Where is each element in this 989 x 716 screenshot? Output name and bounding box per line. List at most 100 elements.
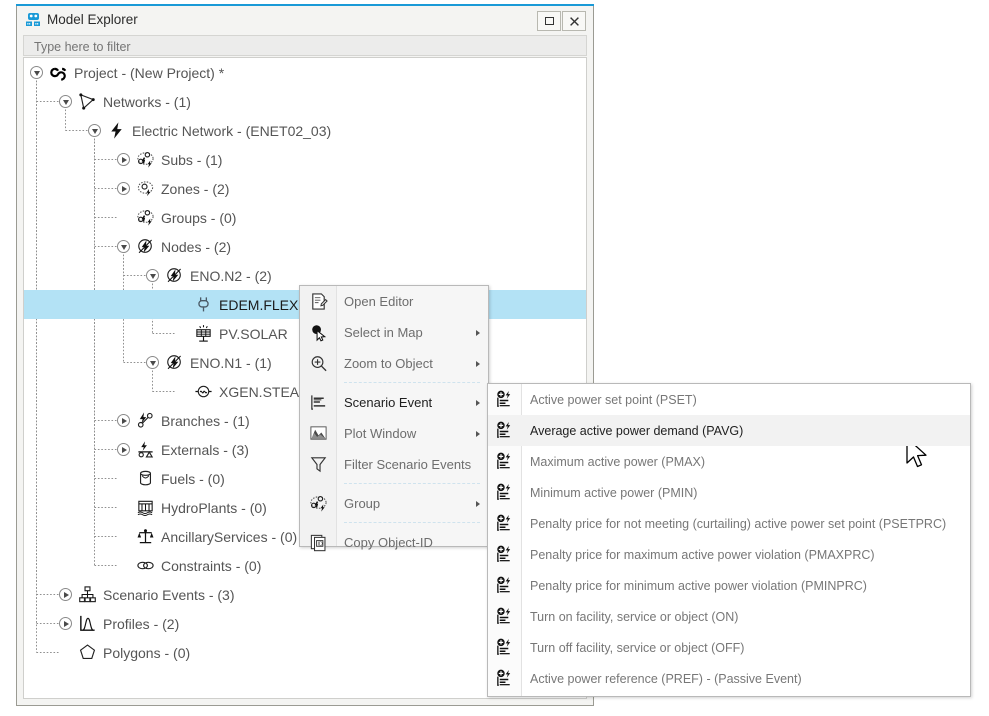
submenu-item[interactable]: Active power reference (PREF) - (Passive… (488, 663, 970, 694)
group-icon (136, 209, 154, 226)
tree-leaf-marker (175, 327, 188, 340)
tree-item[interactable]: Project - (New Project) * (24, 58, 586, 87)
tree-item-label: Nodes - (2) (161, 238, 232, 255)
context-menu-item[interactable]: Filter Scenario Events (300, 449, 488, 480)
menu-separator (344, 382, 480, 384)
scenario-event-icon (488, 601, 521, 632)
context-menu[interactable]: Open Editor Select in Map Zoom to Object Sc… (299, 285, 489, 552)
lightning-icon (105, 121, 127, 141)
context-menu-item[interactable]: ID Copy Object-ID (300, 527, 488, 558)
profile-curve-icon (79, 615, 95, 631)
window-titlebar: Model Explorer (17, 7, 593, 33)
tree-item-label: Constraints - (0) (161, 557, 262, 574)
zone-icon (137, 181, 153, 197)
tree-item[interactable]: Networks - (1) (24, 87, 586, 116)
edit-document-icon (300, 286, 336, 317)
tree-item-label: Profiles - (2) (103, 615, 180, 632)
chevron-right-icon (476, 400, 480, 406)
scenario-event-icon (488, 477, 521, 508)
submenu-item[interactable]: Maximum active power (PMAX) (488, 446, 970, 477)
branch-icon (137, 412, 153, 428)
tree-item[interactable]: Zones - (2) (24, 174, 586, 203)
scenario-event-icon (488, 570, 521, 601)
menu-separator (344, 522, 480, 524)
close-button[interactable] (562, 11, 586, 31)
node-icon (137, 239, 152, 254)
tree-leaf-marker (117, 472, 130, 485)
filter-bar[interactable] (23, 35, 587, 57)
tree-item-label: Zones - (2) (161, 180, 230, 197)
hydro-plant-icon (134, 498, 156, 518)
tree-leaf-marker (117, 530, 130, 543)
submenu-item[interactable]: Minimum active power (PMIN) (488, 477, 970, 508)
scales-icon (134, 527, 156, 547)
scenario-event-submenu[interactable]: Active power set point (PSET) Average act… (487, 383, 971, 697)
expand-toggle-icon[interactable] (59, 617, 72, 630)
search-input[interactable] (32, 38, 542, 57)
infinity-icon (49, 67, 66, 81)
context-menu-items: Open Editor Select in Map Zoom to Object Sc… (300, 286, 488, 558)
submenu-item[interactable]: Turn off facility, service or object (OF… (488, 632, 970, 663)
submenu-item-label: Minimum active power (PMIN) (530, 485, 698, 500)
node-icon (166, 268, 181, 283)
collapse-toggle-icon[interactable] (146, 269, 159, 282)
context-menu-item[interactable]: Group (300, 488, 488, 519)
context-menu-item[interactable]: Scenario Event (300, 387, 488, 418)
submenu-item[interactable]: Active power set point (PSET) (488, 384, 970, 415)
tree-item[interactable]: Electric Network - (ENET02_03) (24, 116, 586, 145)
scenario-event-icon (497, 576, 511, 593)
scenario-event-icon (488, 446, 521, 477)
scenario-event-icon (497, 607, 511, 624)
tree-item[interactable]: Subs - (1) (24, 145, 586, 174)
collapse-toggle-icon[interactable] (88, 124, 101, 137)
tree-item[interactable]: Nodes - (2) (24, 232, 586, 261)
tree-item-label: Electric Network - (ENET02_03) (132, 122, 332, 139)
scenario-event-icon (497, 669, 511, 686)
submenu-item[interactable]: Penalty price for not meeting (curtailin… (488, 508, 970, 539)
context-menu-item[interactable]: Select in Map (300, 317, 488, 348)
submenu-item[interactable]: Turn on facility, service or object (ON) (488, 601, 970, 632)
collapse-toggle-icon[interactable] (30, 66, 43, 79)
solar-panel-icon (192, 324, 214, 344)
chevron-right-icon (476, 501, 480, 507)
tree-item[interactable]: Groups - (0) (24, 203, 586, 232)
expand-toggle-icon[interactable] (117, 443, 130, 456)
tree-item-label: AncillaryServices - (0) (161, 528, 298, 545)
substation-icon (134, 150, 156, 170)
collapse-toggle-icon[interactable] (117, 240, 130, 253)
profile-curve-icon (76, 614, 98, 634)
submenu-item-label: Penalty price for maximum active power v… (530, 547, 875, 562)
submenu-item[interactable]: Penalty price for minimum active power v… (488, 570, 970, 601)
collapse-toggle-icon[interactable] (59, 95, 72, 108)
hierarchy-icon (76, 585, 98, 605)
copy-id-icon: ID (300, 527, 336, 558)
menu-separator (344, 483, 480, 485)
scenario-event-icon (497, 638, 511, 655)
expand-toggle-icon[interactable] (117, 182, 130, 195)
tree-item-label: ENO.N1 - (1) (190, 354, 272, 371)
restore-button[interactable] (537, 11, 561, 31)
tree-item-label: Polygons - (0) (103, 644, 191, 661)
generator-icon (192, 382, 214, 402)
submenu-item[interactable]: Penalty price for maximum active power v… (488, 539, 970, 570)
context-menu-item[interactable]: Open Editor (300, 286, 488, 317)
expand-toggle-icon[interactable] (59, 588, 72, 601)
context-menu-item[interactable]: Plot Window (300, 418, 488, 449)
tree-leaf-marker (117, 211, 130, 224)
group-icon (134, 208, 156, 228)
submenu-item-label: Maximum active power (PMAX) (530, 454, 706, 469)
collapse-toggle-icon[interactable] (146, 356, 159, 369)
node-icon (166, 355, 181, 370)
expand-toggle-icon[interactable] (117, 414, 130, 427)
area-plot-icon (309, 426, 327, 440)
pentagon-icon (76, 643, 98, 663)
submenu-item-label: Active power reference (PREF) - (Passive… (530, 671, 802, 686)
tree-item-label: HydroPlants - (0) (161, 499, 267, 516)
tree-item-label: Branches - (1) (161, 412, 250, 429)
scenario-event-icon (488, 632, 521, 663)
expand-toggle-icon[interactable] (117, 153, 130, 166)
scenario-event-icon (497, 421, 511, 438)
submenu-item-hovered[interactable]: Average active power demand (PAVG) (488, 415, 970, 446)
group-icon (300, 488, 336, 519)
context-menu-item[interactable]: Zoom to Object (300, 348, 488, 379)
